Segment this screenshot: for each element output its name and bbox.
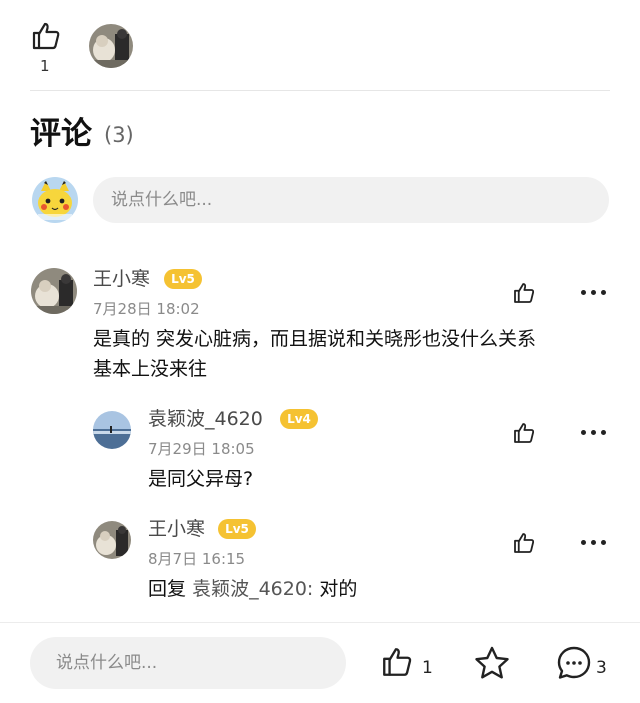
level-badge: Lv4	[280, 409, 318, 429]
comment-input[interactable]: 说点什么吧...	[93, 177, 609, 223]
bottom-like-button[interactable]: 1	[380, 645, 440, 681]
reply-text: 对的	[319, 578, 358, 600]
liker-avatar[interactable]	[89, 24, 133, 68]
comment-author[interactable]: 王小寒	[93, 268, 150, 290]
comments-title: 评论	[30, 116, 92, 152]
comments-count: (3)	[104, 123, 134, 147]
comment-input-placeholder: 说点什么吧...	[111, 190, 213, 210]
thumb-up-icon	[514, 423, 535, 443]
comment-author[interactable]: 王小寒	[148, 518, 205, 540]
more-options-icon[interactable]	[581, 430, 607, 436]
top-like-button[interactable]	[30, 20, 62, 52]
comment-text: 是同父异母?	[148, 468, 254, 490]
reply-to-user[interactable]: 袁颖波_4620:	[192, 578, 313, 600]
bottom-comment-input[interactable]: 说点什么吧...	[30, 637, 346, 689]
thumb-up-icon	[514, 283, 535, 303]
comment-author[interactable]: 袁颖波_4620	[148, 408, 263, 430]
comment-like-button[interactable]	[512, 531, 536, 555]
commenter-avatar[interactable]	[93, 411, 131, 449]
current-user-avatar	[32, 177, 78, 223]
bottom-like-count: 1	[422, 658, 433, 678]
comment-time: 7月29日 18:05	[148, 440, 255, 458]
reply-prefix: 回复	[148, 578, 187, 600]
bottom-bar: 说点什么吧... 1 3	[0, 622, 640, 703]
comment-like-button[interactable]	[512, 281, 536, 305]
top-like-count: 1	[40, 57, 50, 75]
bottom-input-placeholder: 说点什么吧...	[56, 653, 158, 673]
comments-button[interactable]: 3	[556, 645, 616, 681]
comment-time: 8月7日 16:15	[148, 550, 246, 568]
thumb-up-icon	[514, 533, 535, 553]
level-badge: Lv5	[164, 269, 202, 289]
commenter-avatar[interactable]	[93, 521, 131, 559]
favorite-button[interactable]	[473, 645, 511, 681]
level-badge: Lv5	[218, 519, 256, 539]
bottom-comment-count: 3	[596, 658, 607, 678]
comment-text-line: 基本上没来往	[93, 358, 208, 380]
star-icon	[475, 646, 509, 679]
comment-like-button[interactable]	[512, 421, 536, 445]
comment-text: 是真的 突发心脏病，而且据说和关晓彤也没什么关系 基本上没来往	[93, 324, 613, 384]
more-options-icon[interactable]	[581, 290, 607, 296]
more-options-icon[interactable]	[581, 540, 607, 546]
thumb-up-icon	[32, 22, 60, 50]
comment-time: 7月28日 18:02	[93, 300, 200, 318]
comment-bubble-icon	[557, 646, 591, 679]
divider	[30, 90, 610, 91]
comment-text-line: 是真的 突发心脏病，而且据说和关晓彤也没什么关系	[93, 328, 537, 350]
comment-text: 回复 袁颖波_4620: 对的	[148, 574, 357, 604]
thumb-up-icon	[383, 648, 412, 676]
commenter-avatar[interactable]	[31, 268, 77, 314]
